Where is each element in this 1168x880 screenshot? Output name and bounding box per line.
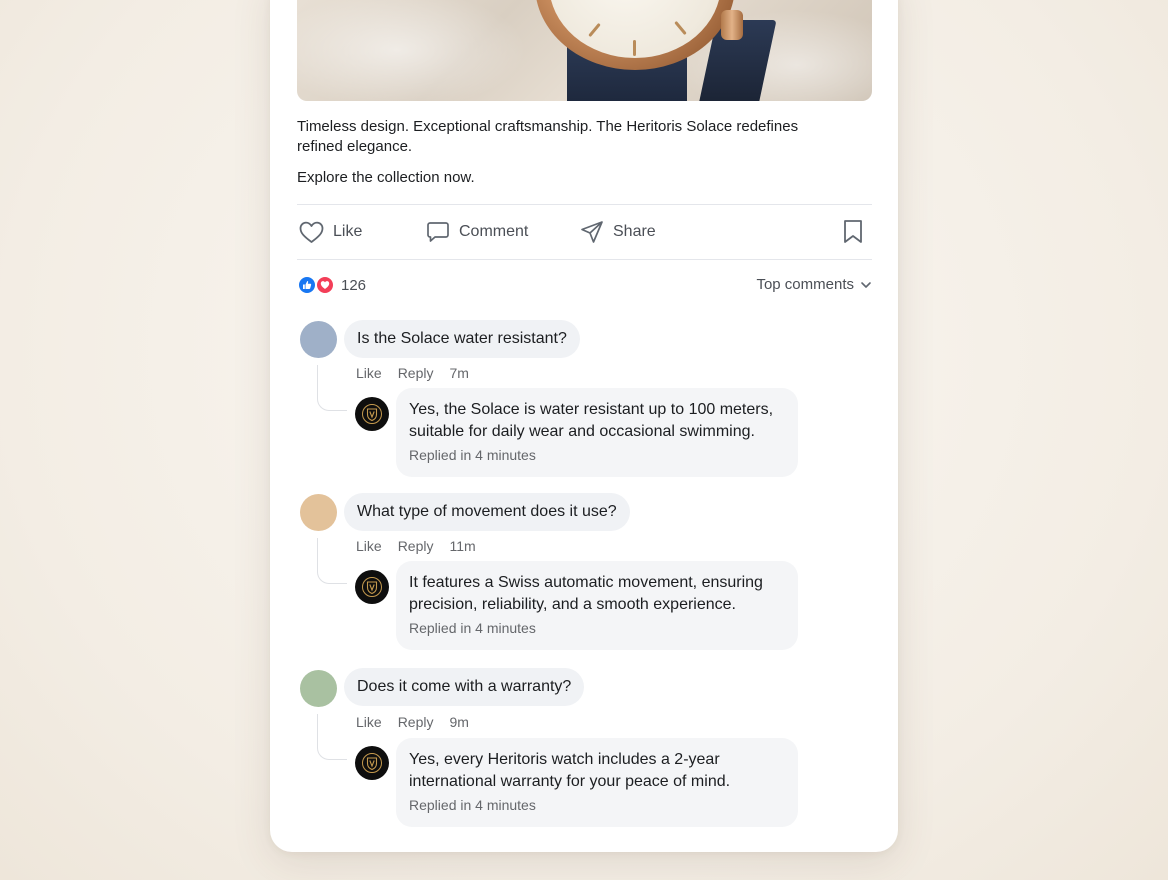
- share-button[interactable]: Share: [580, 216, 656, 248]
- reply-status: Replied in 4 minutes: [409, 447, 536, 463]
- share-label: Share: [613, 223, 656, 240]
- comment-time: 7m: [449, 365, 469, 381]
- heart-reaction-icon: [315, 275, 335, 295]
- post-caption: Timeless design. Exceptional craftsmansh…: [297, 118, 799, 155]
- comment-time: 11m: [449, 538, 476, 554]
- post-cta: Explore the collection now.: [297, 169, 475, 186]
- reply-status: Replied in 4 minutes: [409, 620, 536, 636]
- reply-text: It features a Swiss automatic movement, …: [409, 574, 763, 613]
- thread-line: [317, 538, 347, 584]
- comment-bubble: Is the Solace water resistant?: [344, 320, 580, 358]
- comment-like-link[interactable]: Like: [356, 365, 382, 381]
- post-image[interactable]: [297, 0, 872, 101]
- thread-line: [317, 365, 347, 411]
- post-card: Timeless design. Exceptional craftsmansh…: [270, 0, 898, 852]
- send-icon: [581, 221, 603, 243]
- reaction-count: 126: [341, 276, 367, 294]
- comment-time: 9m: [449, 714, 469, 730]
- crest-logo-icon: [362, 577, 382, 597]
- like-button[interactable]: Like: [299, 216, 362, 248]
- comment-meta: Like Reply 11m: [356, 538, 476, 554]
- comment-bubble: What type of movement does it use?: [344, 493, 630, 531]
- comment-bubble: Does it come with a warranty?: [344, 668, 585, 706]
- brand-reply: It features a Swiss automatic movement, …: [396, 561, 798, 650]
- divider: [297, 204, 872, 205]
- sort-comments-dropdown[interactable]: Top comments: [756, 276, 872, 293]
- comment-meta: Like Reply 7m: [356, 365, 469, 381]
- comment-reply-link[interactable]: Reply: [398, 714, 434, 730]
- brand-avatar[interactable]: [355, 570, 389, 604]
- avatar[interactable]: [300, 494, 337, 531]
- like-label: Like: [333, 223, 363, 240]
- chevron-down-icon: [861, 281, 871, 288]
- thumbs-up-icon: [297, 275, 317, 295]
- thread-line: [317, 714, 347, 760]
- avatar[interactable]: [300, 321, 337, 358]
- comment-reply-link[interactable]: Reply: [398, 365, 434, 381]
- reply-status: Replied in 4 minutes: [409, 797, 536, 813]
- crest-logo-icon: [362, 753, 382, 773]
- reply-text: Yes, the Solace is water resistant up to…: [409, 401, 774, 440]
- comment-button[interactable]: Comment: [426, 216, 528, 248]
- reaction-summary[interactable]: 126: [297, 275, 366, 295]
- brand-avatar[interactable]: [355, 746, 389, 780]
- crest-logo-icon: [362, 404, 382, 424]
- divider: [297, 259, 872, 260]
- avatar[interactable]: [300, 670, 337, 707]
- brand-reply: Yes, every Heritoris watch includes a 2-…: [396, 738, 798, 827]
- comment-label: Comment: [459, 223, 529, 240]
- comment-icon: [427, 222, 449, 242]
- comment-meta: Like Reply 9m: [356, 714, 469, 730]
- sort-label: Top comments: [756, 276, 854, 293]
- comment-like-link[interactable]: Like: [356, 538, 382, 554]
- comment-like-link[interactable]: Like: [356, 714, 382, 730]
- brand-reply: Yes, the Solace is water resistant up to…: [396, 388, 798, 477]
- reply-text: Yes, every Heritoris watch includes a 2-…: [409, 751, 731, 790]
- bookmark-button[interactable]: [842, 219, 864, 249]
- comment-reply-link[interactable]: Reply: [398, 538, 434, 554]
- bookmark-icon: [844, 220, 862, 243]
- brand-avatar[interactable]: [355, 397, 389, 431]
- heart-icon: [299, 221, 324, 243]
